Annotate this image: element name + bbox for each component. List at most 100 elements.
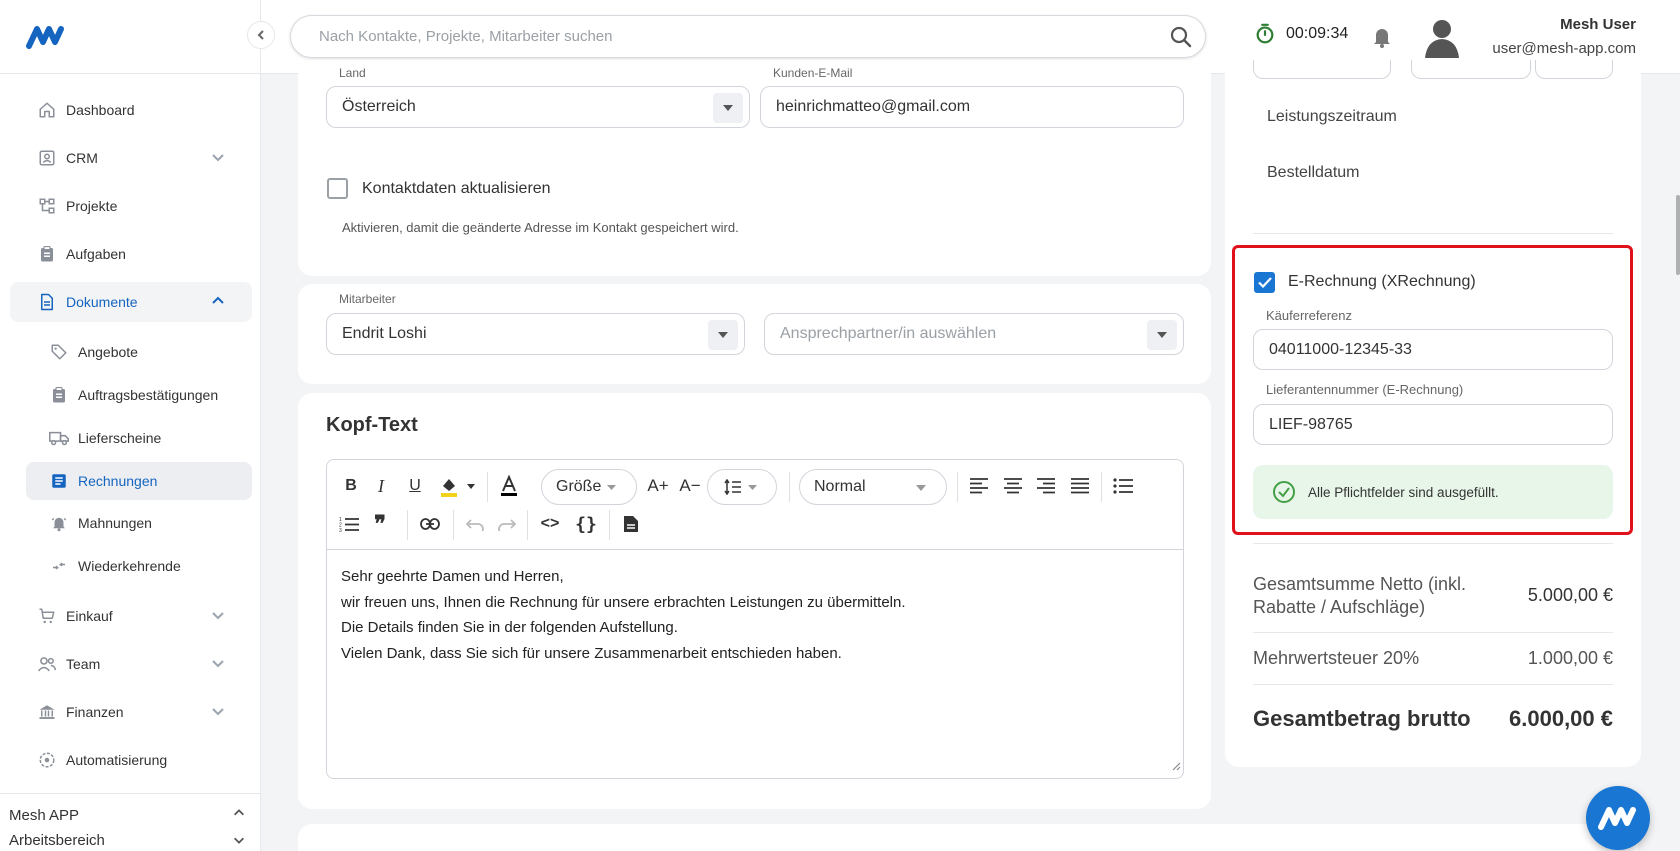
sidebar-item-label: Dashboard	[66, 102, 135, 118]
rich-text-editor[interactable]: B I U Größe A+ A− Normal 123 ❞ <> {} Seh…	[326, 459, 1184, 779]
mesh-assistant-button[interactable]	[1586, 786, 1650, 850]
automation-icon	[36, 749, 58, 771]
highlight-color-icon[interactable]	[437, 472, 461, 500]
link-icon[interactable]	[417, 510, 443, 538]
land-value: Österreich	[342, 98, 416, 115]
mesh-logo-icon	[1598, 807, 1636, 830]
sidebar-item-automatisierung[interactable]: Automatisierung	[10, 740, 252, 780]
sidebar-item-team[interactable]: Team	[10, 644, 252, 684]
font-size-select[interactable]: Größe	[541, 469, 637, 505]
kaeuferreferenz-field[interactable]: 04011000-12345-33	[1253, 329, 1613, 370]
date-field-fragment[interactable]	[1411, 60, 1531, 79]
chevron-up-icon[interactable]	[232, 806, 246, 825]
chevron-down-icon[interactable]	[210, 607, 226, 626]
chevron-down-icon[interactable]	[210, 703, 226, 722]
align-right-icon[interactable]	[1034, 472, 1058, 500]
bestelldatum-label[interactable]: Bestelldatum	[1267, 164, 1360, 182]
sidebar-item-crm[interactable]: CRM	[10, 138, 252, 178]
bullet-list-icon[interactable]	[1111, 472, 1135, 500]
app-name: Mesh APP	[9, 807, 80, 824]
numbered-list-icon[interactable]: 123	[337, 510, 361, 538]
sidebar-item-projekte[interactable]: Projekte	[10, 186, 252, 226]
chevron-down-icon[interactable]	[210, 655, 226, 674]
template-document-icon[interactable]	[619, 510, 643, 538]
chevron-down-icon[interactable]	[232, 833, 246, 851]
sidebar-item-aufgaben[interactable]: Aufgaben	[10, 234, 252, 274]
sidebar-item-label: Finanzen	[66, 704, 124, 720]
sidebar-item-dashboard[interactable]: Dashboard	[10, 90, 252, 130]
avatar[interactable]	[1422, 16, 1462, 63]
resize-handle-icon[interactable]	[1171, 758, 1181, 776]
chevron-down-icon[interactable]	[1147, 320, 1177, 350]
code-block-icon[interactable]: {}	[573, 510, 599, 538]
recurring-icon	[48, 555, 70, 577]
bold-icon[interactable]: B	[341, 472, 361, 500]
decrease-font-icon[interactable]: A−	[677, 472, 703, 500]
date-field-fragment[interactable]	[1535, 60, 1613, 79]
erechnung-label: E-Rechnung (XRechnung)	[1288, 273, 1476, 290]
align-center-icon[interactable]	[1001, 472, 1025, 500]
mwst-label: Mehrwertsteuer 20%	[1253, 648, 1420, 668]
code-icon[interactable]: <>	[537, 510, 563, 538]
sidebar-subitem-lieferscheine[interactable]: Lieferscheine	[26, 419, 252, 457]
workspace-name[interactable]: Arbeitsbereich	[9, 832, 105, 849]
land-select[interactable]: Österreich	[326, 86, 750, 128]
undo-icon[interactable]	[463, 510, 487, 538]
chevron-down-icon[interactable]	[713, 93, 743, 123]
sidebar-item-label: Wiederkehrende	[78, 558, 181, 574]
leistungszeitraum-label[interactable]: Leistungszeitraum	[1267, 108, 1397, 126]
redo-icon[interactable]	[495, 510, 519, 538]
sidebar-subitem-wiederkehrende[interactable]: Wiederkehrende	[26, 547, 252, 585]
user-email: user@mesh-app.com	[1492, 40, 1636, 57]
chevron-down-icon[interactable]	[210, 149, 226, 168]
sidebar-item-finanzen[interactable]: Finanzen	[10, 692, 252, 732]
search-icon[interactable]	[1169, 25, 1193, 54]
mwst-value: 1.000,00 €	[1527, 648, 1613, 668]
paragraph-style-select[interactable]: Normal	[799, 469, 947, 505]
sidebar-collapse-button[interactable]	[247, 21, 275, 49]
sidebar-item-label: Aufgaben	[66, 246, 126, 262]
cart-icon	[36, 605, 58, 627]
sidebar-item-einkauf[interactable]: Einkauf	[10, 596, 252, 636]
truck-icon	[48, 427, 70, 449]
sidebar-subitem-mahnungen[interactable]: Mahnungen	[26, 504, 252, 542]
sidebar-item-label: Lieferscheine	[78, 430, 162, 446]
mitarbeiter-value: Endrit Loshi	[342, 325, 427, 342]
mesh-logo-icon[interactable]	[26, 24, 66, 55]
scrollbar-thumb[interactable]	[1676, 195, 1680, 275]
increase-font-icon[interactable]: A+	[645, 472, 671, 500]
text-color-icon[interactable]	[497, 472, 521, 500]
blockquote-icon[interactable]: ❞	[369, 510, 391, 538]
font-size-label: Größe	[556, 478, 602, 495]
kopftext-title: Kopf-Text	[326, 414, 418, 436]
align-left-icon[interactable]	[967, 472, 991, 500]
lieferantennummer-field[interactable]: LIEF-98765	[1253, 404, 1613, 445]
bell-alert-icon	[48, 512, 70, 534]
lieferantennummer-value: LIEF-98765	[1269, 415, 1353, 433]
time-tracker[interactable]: 00:09:34	[1254, 23, 1348, 45]
search-bar[interactable]	[290, 15, 1206, 58]
user-name[interactable]: Mesh User	[1480, 16, 1636, 33]
erechnung-checkbox[interactable]	[1254, 272, 1275, 293]
email-field[interactable]: heinrichmatteo@gmail.com	[760, 86, 1184, 128]
notification-bell-icon[interactable]	[1372, 26, 1392, 53]
ansprechpartner-select[interactable]: Ansprechpartner/in auswählen	[764, 313, 1184, 355]
chevron-down-icon[interactable]	[708, 320, 738, 350]
sidebar-item-dokumente[interactable]: Dokumente	[10, 282, 252, 322]
align-justify-icon[interactable]	[1068, 472, 1092, 500]
chevron-up-icon[interactable]	[210, 293, 226, 312]
sidebar-subitem-rechnungen[interactable]: Rechnungen	[26, 462, 252, 500]
editor-content[interactable]: Sehr geehrte Damen und Herren, wir freue…	[341, 564, 906, 666]
bank-icon	[36, 701, 58, 723]
timer-value: 00:09:34	[1286, 25, 1349, 42]
update-contact-checkbox[interactable]	[327, 178, 348, 199]
caret-down-icon[interactable]	[465, 472, 477, 500]
mitarbeiter-select[interactable]: Endrit Loshi	[326, 313, 745, 355]
sidebar-subitem-auftragsbestaetigungen[interactable]: Auftragsbestätigungen	[26, 376, 252, 414]
sidebar-subitem-angebote[interactable]: Angebote	[26, 333, 252, 371]
underline-icon[interactable]: U	[405, 472, 425, 500]
line-height-select[interactable]	[707, 469, 777, 505]
search-input[interactable]	[319, 16, 1139, 57]
date-field-fragment[interactable]	[1253, 60, 1391, 79]
italic-icon[interactable]: I	[371, 472, 391, 500]
